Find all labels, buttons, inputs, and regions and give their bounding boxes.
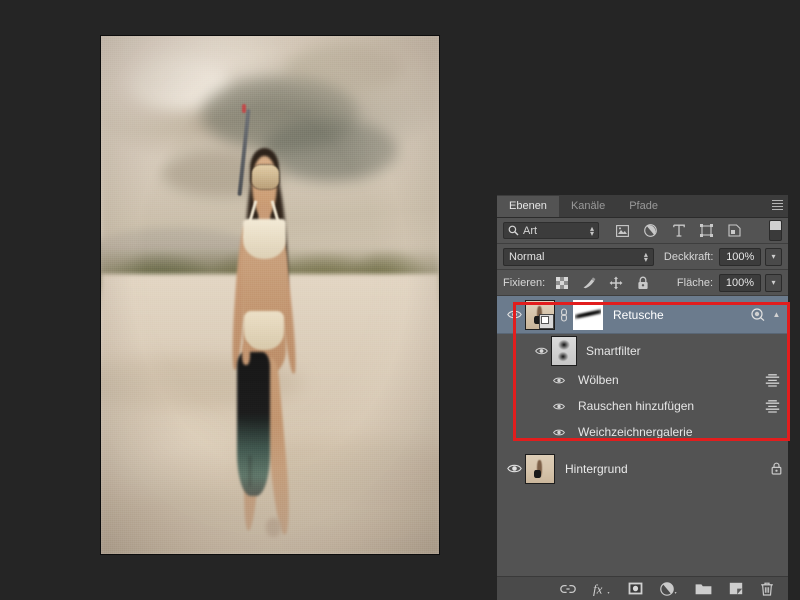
link-layer-mask-icon[interactable] bbox=[557, 307, 571, 322]
new-group-icon[interactable] bbox=[695, 580, 712, 598]
bikini-bottom bbox=[244, 310, 285, 350]
panel-tab-bar: Ebenen Kanäle Pfade bbox=[497, 195, 788, 218]
fill-input[interactable]: 100% bbox=[719, 273, 761, 292]
beach-photograph bbox=[101, 36, 439, 554]
diving-goggles bbox=[251, 165, 279, 189]
pixel-layers-filter-icon[interactable] bbox=[615, 223, 630, 238]
photoshop-screen: Ebenen Kanäle Pfade Art ▴ ▾ Normal ▴ ▾ D… bbox=[0, 0, 800, 600]
blend-mode-row: Normal ▴ ▾ Deckkraft: 100% ▾ bbox=[497, 244, 788, 270]
blend-mode-select[interactable]: Normal ▴ ▾ bbox=[503, 247, 654, 266]
tab-pfade[interactable]: Pfade bbox=[617, 196, 670, 217]
add-layer-mask-icon[interactable] bbox=[628, 580, 643, 598]
filter-toggle-switch[interactable] bbox=[769, 220, 782, 241]
fill-label: Fläche: bbox=[676, 276, 713, 289]
bikini-top bbox=[243, 219, 286, 259]
lock-label: Fixieren: bbox=[503, 276, 546, 289]
layers-panel: Ebenen Kanäle Pfade Art ▴ ▾ Normal ▴ ▾ D… bbox=[497, 195, 788, 600]
filter-settings-icon[interactable] bbox=[765, 399, 780, 413]
layers-panel-bottom-toolbar: fx bbox=[497, 576, 788, 600]
smart-filter-group-row[interactable]: Smartfilter bbox=[497, 334, 788, 367]
layer-filter-type-select[interactable]: Art ▴ ▾ bbox=[503, 222, 599, 239]
model-figure bbox=[199, 104, 341, 544]
new-layer-icon[interactable] bbox=[729, 580, 743, 598]
tab-label: Kanäle bbox=[570, 200, 606, 212]
layer-filter-icon-group bbox=[615, 223, 742, 238]
layer-name: Hintergrund bbox=[565, 461, 628, 476]
layer-row-hintergrund[interactable]: Hintergrund bbox=[497, 450, 788, 484]
search-icon bbox=[508, 225, 519, 236]
smart-filter-row-woelben[interactable]: Wölben bbox=[497, 367, 788, 393]
chevron-updown-icon[interactable]: ▴ ▾ bbox=[644, 250, 648, 263]
tab-label: Pfade bbox=[629, 200, 658, 212]
smart-filter-name: Weichzeichnergalerie bbox=[578, 425, 693, 439]
smart-object-filter-icon[interactable] bbox=[727, 223, 742, 238]
tab-label: Ebenen bbox=[509, 200, 547, 212]
layer-visibility-eye-icon[interactable] bbox=[503, 309, 525, 320]
delete-layer-icon[interactable] bbox=[760, 580, 774, 598]
hand bbox=[241, 343, 251, 366]
opacity-slider-caret[interactable]: ▾ bbox=[765, 247, 782, 266]
snorkel-tip bbox=[241, 104, 246, 113]
lock-row: Fixieren: Fläche: 100% ▾ bbox=[497, 270, 788, 296]
lock-all-icon[interactable] bbox=[636, 276, 650, 290]
layer-filter-label: Art bbox=[523, 224, 538, 237]
layer-visibility-eye-icon[interactable] bbox=[503, 463, 525, 474]
fill-value: 100% bbox=[725, 276, 755, 289]
smart-filter-row-weichzeichnergalerie[interactable]: Weichzeichnergalerie bbox=[497, 419, 788, 445]
smart-object-badge bbox=[539, 313, 554, 329]
type-layers-filter-icon[interactable] bbox=[671, 223, 686, 238]
smart-filter-group-visibility-eye-icon[interactable] bbox=[531, 346, 551, 356]
shape-layers-filter-icon[interactable] bbox=[699, 223, 714, 238]
adjustment-layers-filter-icon[interactable] bbox=[643, 223, 658, 238]
lock-icon bbox=[771, 462, 782, 475]
filter-settings-icon[interactable] bbox=[765, 373, 780, 387]
smart-filter-name: Rauschen hinzufügen bbox=[578, 399, 695, 413]
opacity-input[interactable]: 100% bbox=[719, 247, 762, 266]
layer-effects-visibility-icon[interactable] bbox=[751, 308, 765, 322]
lock-position-icon[interactable] bbox=[609, 276, 623, 290]
layer-row-retusche[interactable]: Retusche ▲ bbox=[497, 296, 788, 334]
tab-ebenen[interactable]: Ebenen bbox=[497, 196, 559, 217]
chevron-updown-icon[interactable]: ▴ ▾ bbox=[590, 224, 594, 237]
tab-kanaele[interactable]: Kanäle bbox=[558, 196, 618, 217]
smart-filter-visibility-eye-icon[interactable] bbox=[549, 428, 569, 437]
smart-filter-name: Wölben bbox=[578, 373, 619, 387]
snorkel-tube bbox=[237, 108, 250, 196]
lock-image-pixels-icon[interactable] bbox=[582, 276, 596, 290]
smart-filter-row-rauschen[interactable]: Rauschen hinzufügen bbox=[497, 393, 788, 419]
opacity-label: Deckkraft: bbox=[663, 250, 714, 263]
layer-list[interactable]: Retusche ▲ Smartfilter Wölben Rauschen h… bbox=[497, 296, 788, 484]
fill-slider-caret[interactable]: ▾ bbox=[765, 273, 782, 292]
svg-text:fx: fx bbox=[593, 581, 603, 596]
opacity-value: 100% bbox=[726, 250, 755, 263]
layer-filter-row: Art ▴ ▾ bbox=[497, 218, 788, 244]
panel-menu-icon[interactable] bbox=[770, 198, 784, 212]
layer-thumbnail[interactable] bbox=[525, 453, 555, 484]
document-canvas[interactable] bbox=[101, 36, 439, 554]
blend-mode-value: Normal bbox=[509, 250, 545, 263]
layer-mask-thumbnail[interactable] bbox=[573, 299, 603, 330]
smart-filter-group-name: Smartfilter bbox=[586, 343, 641, 358]
foot-shadow bbox=[265, 517, 282, 538]
link-layers-icon[interactable] bbox=[560, 580, 576, 598]
smart-filter-visibility-eye-icon[interactable] bbox=[549, 402, 569, 411]
layer-thumbnail[interactable] bbox=[525, 299, 555, 330]
lock-transparent-pixels-icon[interactable] bbox=[555, 276, 569, 290]
swim-fins bbox=[237, 352, 270, 496]
smart-filter-visibility-eye-icon[interactable] bbox=[549, 376, 569, 385]
new-adjustment-layer-icon[interactable] bbox=[660, 580, 678, 598]
scroll-up-arrow[interactable]: ▲ bbox=[771, 309, 782, 320]
lock-icon-group bbox=[555, 276, 650, 290]
layer-name: Retusche bbox=[613, 307, 664, 322]
smart-filter-mask-thumbnail[interactable] bbox=[551, 335, 577, 366]
layer-style-fx-icon[interactable]: fx bbox=[593, 580, 611, 598]
